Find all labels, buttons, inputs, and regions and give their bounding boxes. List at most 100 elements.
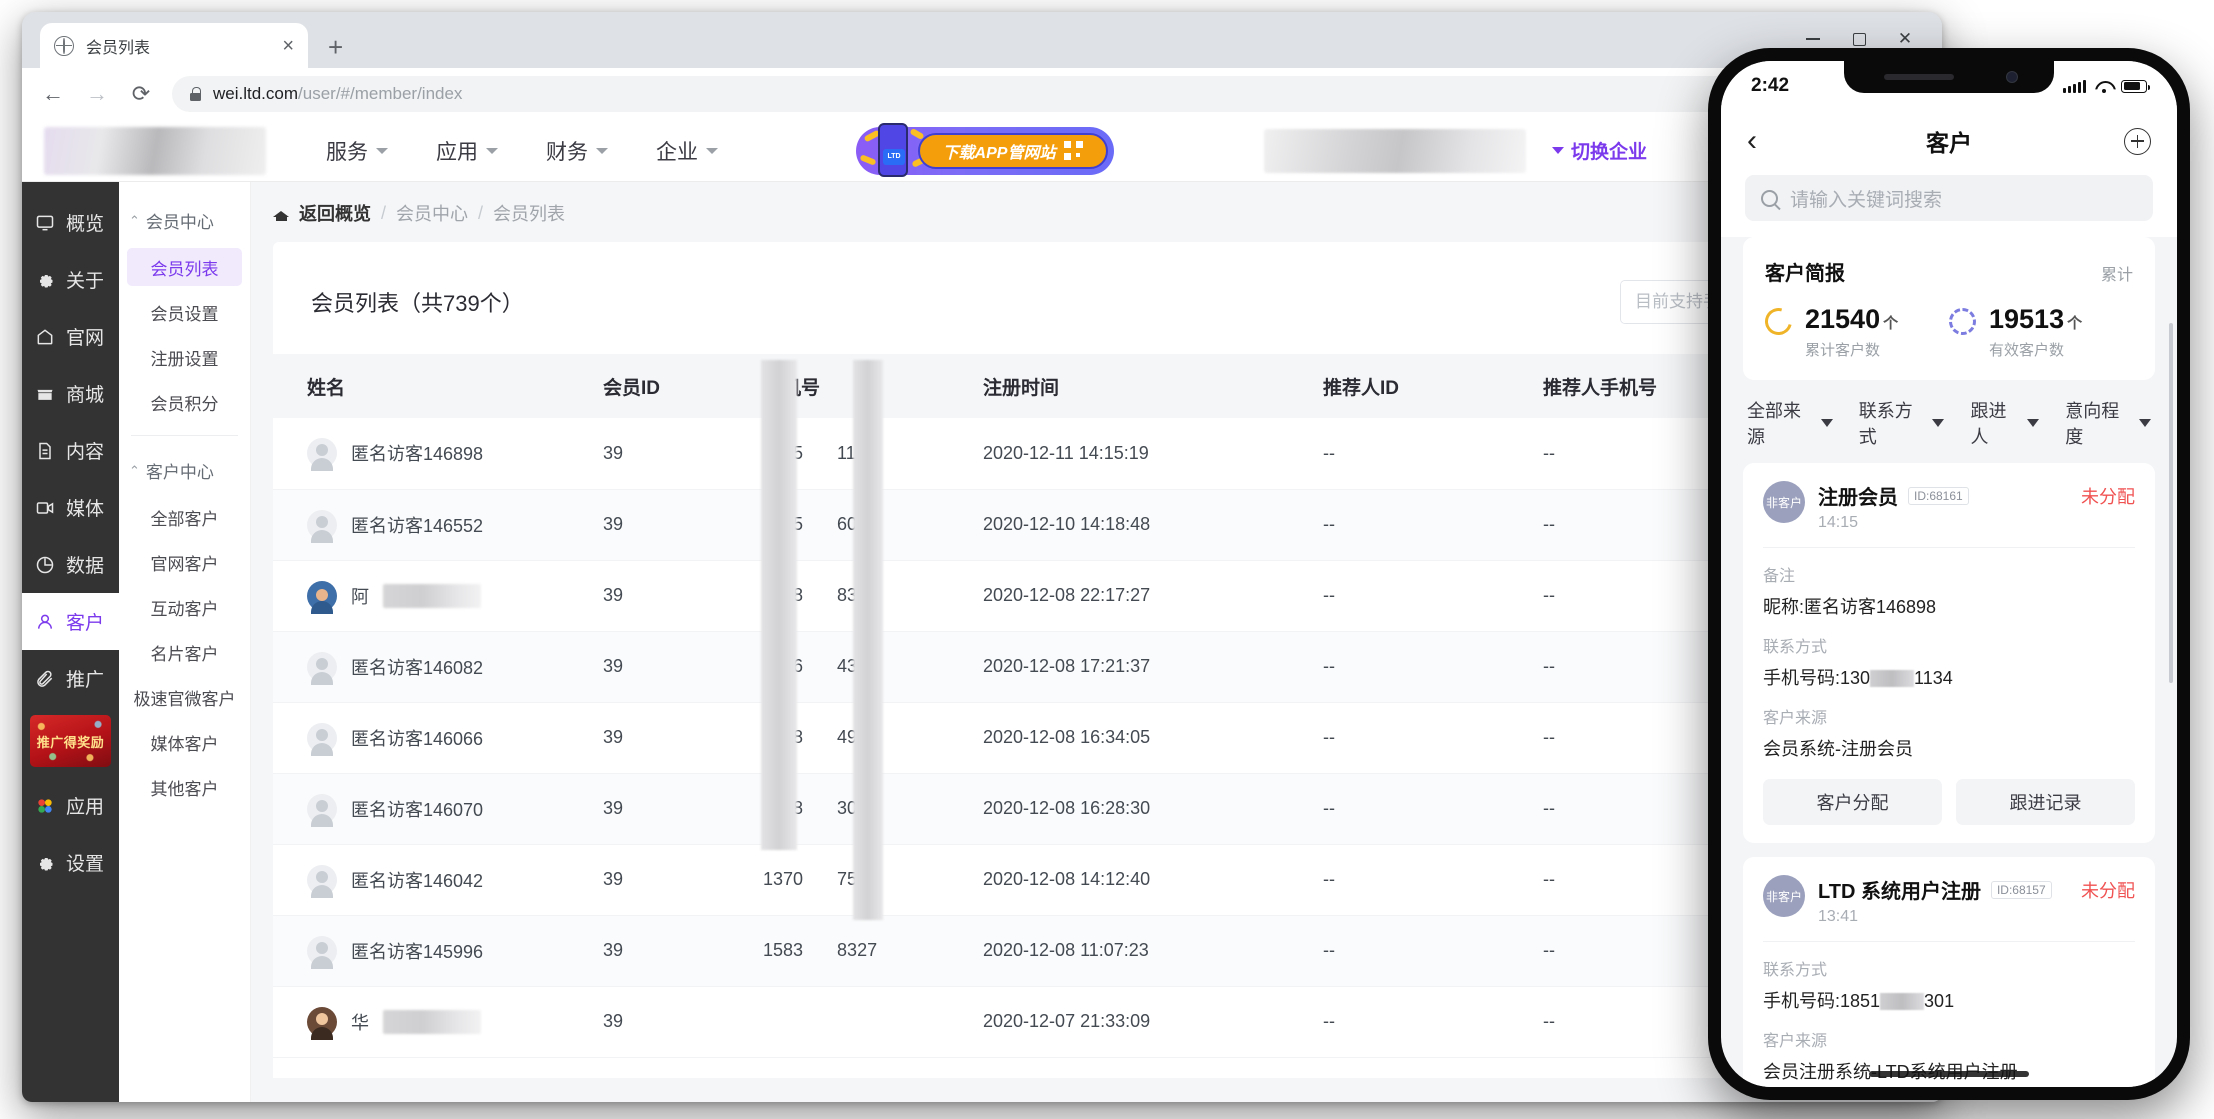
card-header: 会员列表（共739个） 新增 [273,242,1942,324]
forward-icon[interactable]: → [84,81,110,107]
browser-window: 会员列表 × + ✕ ← → ⟳ wei.ltd.com/user/#/memb… [22,12,1942,1102]
filter-label: 全部来源 [1747,397,1814,449]
submenu-item-label: 注册设置 [151,345,219,370]
mobile-search-input[interactable]: 请输入关键词搜索 [1745,175,2153,221]
member-list-card: 会员列表（共739个） 新增 [273,242,1942,1078]
submenu-item-website-customers[interactable]: 官网客户 [127,543,242,581]
settings-icon [35,853,55,873]
table-row[interactable]: 阿39134883272020-12-08 22:17:27----查看 [273,560,1942,631]
submenu-item-member-points[interactable]: 会员积分 [127,383,242,421]
back-icon[interactable]: ‹ [1747,126,1757,156]
table-row[interactable]: 匿名访客14689839130511342020-12-11 14:15:19-… [273,418,1942,489]
enterprise-name [1264,129,1526,173]
sidebar-item-content[interactable]: 内容 [22,422,119,479]
submenu-item-other-customers[interactable]: 其他客户 [127,768,242,806]
sidebar-item-settings[interactable]: 设置 [22,834,119,891]
cell-name: 阿 [273,560,603,631]
plus-circle-icon[interactable] [2124,128,2151,155]
switch-enterprise-button[interactable]: 切换企业 [1552,137,1647,164]
sidebar-item-apps[interactable]: 应用 [22,777,119,834]
cell-ref-id: -- [1323,986,1543,1057]
submenu-item-member-settings[interactable]: 会员设置 [127,293,242,331]
filter-source[interactable]: 全部来源 [1747,397,1833,449]
mobile-header: ‹ 客户 [1721,111,2177,171]
table-row[interactable]: 匿名访客14655239159560212020-12-10 14:18:48-… [273,489,1942,560]
breadcrumb-level1[interactable]: 会员中心 [396,200,468,226]
sidebar-item-shop[interactable]: 商城 [22,365,119,422]
topnav-item-finance[interactable]: 财务 [546,136,608,166]
back-icon[interactable]: ← [40,81,66,107]
sidebar-item-media[interactable]: 媒体 [22,479,119,536]
stat-number: 21540 [1805,304,1880,334]
mobile-search-placeholder: 请输入关键词搜索 [1790,185,1942,212]
avatar [307,936,337,966]
mobile-screen: 2:42 ‹ 客户 请输入关键词搜索 [1721,61,2177,1087]
sidebar-item-website[interactable]: 官网 [22,308,119,365]
submenu-group-member-center[interactable]: ⌃ 会员中心 [119,200,250,241]
stat-number: 19513 [1989,304,2064,334]
topnav-item-service[interactable]: 服务 [326,136,388,166]
new-tab-button[interactable]: + [328,34,343,60]
url-host: wei.ltd.com [213,84,298,103]
cell-reg-time: 2020-12-08 22:17:27 [983,560,1323,631]
topnav-item-apps[interactable]: 应用 [436,136,498,166]
cell-ref-id: -- [1323,773,1543,844]
field-value: 会员系统-注册会员 [1763,735,2135,761]
close-icon[interactable]: × [282,36,294,56]
submenu-item-card-customers[interactable]: 名片客户 [127,633,242,671]
compass-icon [1949,308,1976,335]
submenu-item-all-customers[interactable]: 全部客户 [127,498,242,536]
sidebar-item-data[interactable]: 数据 [22,536,119,593]
filter-intent[interactable]: 意向程度 [2065,397,2151,449]
field-value: 昵称:匿名访客146898 [1763,593,2135,619]
cell-member-id: 39 [603,986,763,1057]
table-row[interactable]: 匿名访客14604239137075112020-12-08 14:12:40-… [273,844,1942,915]
submenu-item-register-settings[interactable]: 注册设置 [127,338,242,376]
lead-action-button[interactable]: 客户分配 [1763,779,1942,825]
lead-card[interactable]: 非客户注册会员ID:68161未分配14:15备注昵称:匿名访客146898联系… [1743,463,2155,843]
promotion-reward-badge[interactable]: 推广得奖励 [30,715,111,767]
submenu-item-member-list[interactable]: 会员列表 [127,248,242,286]
lead-card[interactable]: 非客户LTD 系统用户注册ID:68157未分配13:41联系方式手机号码:18… [1743,857,2155,1087]
table-row[interactable]: 匿名访客14608239138643342020-12-08 17:21:37-… [273,631,1942,702]
cell-phone: 15838327 [763,915,983,986]
sidebar-item-about[interactable]: 关于 [22,251,119,308]
lead-name: LTD 系统用户注册 [1818,875,1981,904]
col-name: 姓名 [273,354,603,418]
banner-pill[interactable]: 下载APP管网站 [918,133,1108,169]
shop-icon [35,384,55,404]
sidebar-item-overview[interactable]: 概览 [22,194,119,251]
topnav-item-enterprise[interactable]: 企业 [656,136,718,166]
avatar [307,1007,337,1037]
submenu-group-customer-center[interactable]: ⌃ 客户中心 [119,450,250,491]
address-bar[interactable]: wei.ltd.com/user/#/member/index [172,76,1924,112]
submenu-item-interactive-customers[interactable]: 互动客户 [127,588,242,626]
sidebar-label: 内容 [66,437,104,464]
mobile-scroll-area[interactable]: 客户简报 累计 21540个 累计客户数 [1721,237,2177,1087]
stat-unit: 个 [2067,315,2082,332]
table-row[interactable]: 华392020-12-07 21:33:09----查看 [273,986,1942,1057]
filter-contact[interactable]: 联系方式 [1859,397,1945,449]
sidebar-label: 官网 [66,323,104,350]
submenu-item-media-customers[interactable]: 媒体客户 [127,723,242,761]
browser-tab[interactable]: 会员列表 × [40,23,308,68]
mobile-search-wrap: 请输入关键词搜索 [1721,171,2177,237]
breadcrumb-home[interactable]: 返回概览 [299,200,371,226]
lead-action-button[interactable]: 跟进记录 [1956,779,2135,825]
filter-follower[interactable]: 跟进人 [1970,397,2039,449]
topnav-label: 服务 [326,136,368,166]
table-row[interactable]: 匿名访客14607039153830172020-12-08 16:28:30-… [273,773,1942,844]
mobile-scrollbar[interactable] [2169,323,2173,683]
reload-icon[interactable]: ⟳ [128,81,154,107]
submenu-item-fast-wechat-customers[interactable]: 极速官微客户 [127,678,242,716]
table-row[interactable]: 匿名访客14599639158383272020-12-08 11:07:23-… [273,915,1942,986]
table-row[interactable]: 匿名访客14606639158849642020-12-08 16:34:05-… [273,702,1942,773]
download-app-banner[interactable]: 下载APP管网站 [856,127,1114,175]
sidebar-item-customers[interactable]: 客户 [22,593,119,650]
apps-icon [35,796,55,816]
cell-member-id: 39 [603,489,763,560]
sidebar-item-promotion[interactable]: 推广 [22,650,119,707]
breadcrumb-level2[interactable]: 会员列表 [493,200,565,226]
cell-phone: 13707511 [763,844,983,915]
sidebar-label: 商城 [66,380,104,407]
